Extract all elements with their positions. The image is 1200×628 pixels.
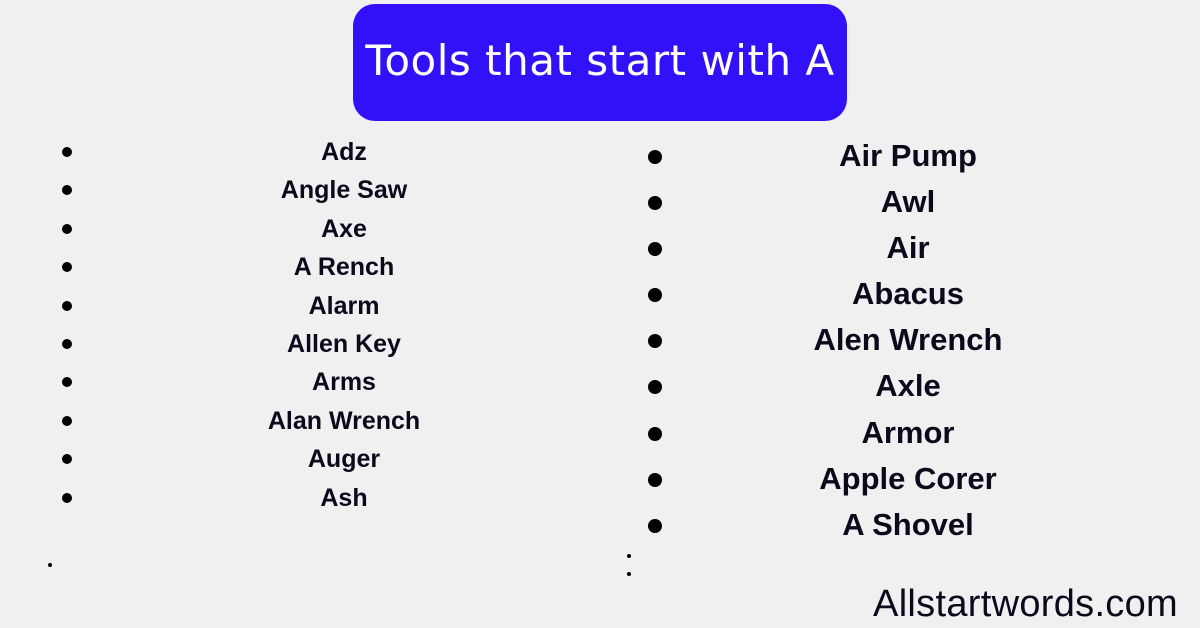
list-item: Angle Saw	[0, 171, 600, 209]
bullet-icon	[62, 300, 72, 311]
list-item: Auger	[0, 440, 600, 478]
list-item: A Rench	[0, 248, 600, 286]
site-watermark: Allstartwords.com	[873, 583, 1178, 625]
page-title: Tools that start with A	[365, 36, 835, 85]
list-item: Axle	[600, 363, 1200, 409]
bullet-icon	[648, 150, 662, 164]
list-item-label: Allen Key	[287, 329, 401, 358]
list-item: Alen Wrench	[600, 317, 1200, 363]
bullet-icon	[648, 196, 662, 211]
list-item-label: Adz	[321, 138, 367, 166]
list-item: Arms	[0, 363, 600, 401]
empty-bullet-icon	[627, 572, 631, 576]
list-item: Air Pump	[600, 133, 1200, 179]
list-item: Alan Wrench	[0, 402, 600, 440]
bullet-icon	[62, 338, 72, 349]
right-tool-list: Air Pump Awl Air Abacus Alen Wrench Axle…	[600, 133, 1200, 548]
list-item: Apple Corer	[600, 456, 1200, 502]
list-item: Abacus	[600, 271, 1200, 317]
list-item-label: Ash	[320, 483, 368, 512]
bullet-icon	[648, 518, 662, 533]
list-item: Adz	[0, 133, 600, 171]
list-item-label: Armor	[861, 414, 955, 450]
list-item-label: Air Pump	[839, 138, 977, 173]
list-item: Awl	[600, 179, 1200, 225]
bullet-icon	[62, 492, 72, 503]
list-item-label: Air	[886, 230, 930, 266]
list-item-label: Abacus	[852, 276, 964, 312]
left-tool-list: Adz Angle Saw Axe A Rench Alarm Allen Ke…	[0, 133, 600, 517]
list-item-label: Alarm	[308, 291, 380, 320]
bullet-icon	[62, 415, 72, 426]
list-item-label: Axe	[321, 214, 367, 243]
bullet-icon	[648, 380, 662, 395]
empty-bullet-icon	[627, 554, 631, 558]
list-item-label: Alan Wrench	[267, 406, 421, 435]
list-item: Allen Key	[0, 325, 600, 363]
bullet-icon	[62, 454, 72, 465]
bullet-icon	[62, 262, 72, 273]
list-item-label: Axle	[875, 368, 941, 404]
list-item-label: Auger	[307, 445, 381, 474]
list-item: Armor	[600, 410, 1200, 456]
bullet-icon	[62, 147, 72, 157]
list-item-label: Arms	[312, 368, 376, 397]
empty-bullet-icon	[48, 563, 52, 567]
bullet-icon	[648, 242, 662, 257]
bullet-icon	[648, 288, 662, 303]
list-item-label: Apple Corer	[819, 460, 997, 496]
title-banner: Tools that start with A	[353, 4, 847, 121]
bullet-icon	[648, 472, 662, 487]
bullet-icon	[648, 426, 662, 441]
list-item-label: A Rench	[293, 253, 395, 282]
list-item-label: Alen Wrench	[813, 322, 1003, 358]
list-item: Ash	[0, 479, 600, 517]
list-item: Axe	[0, 210, 600, 248]
list-item: Air	[600, 225, 1200, 271]
list-item-label: A Shovel	[842, 506, 974, 542]
bullet-icon	[62, 223, 72, 234]
list-item-label: Angle Saw	[280, 176, 408, 205]
list-item-label: Awl	[880, 184, 936, 220]
list-item: A Shovel	[600, 502, 1200, 548]
bullet-icon	[62, 377, 72, 388]
bullet-icon	[648, 334, 662, 349]
list-item: Alarm	[0, 287, 600, 325]
bullet-icon	[62, 185, 72, 196]
